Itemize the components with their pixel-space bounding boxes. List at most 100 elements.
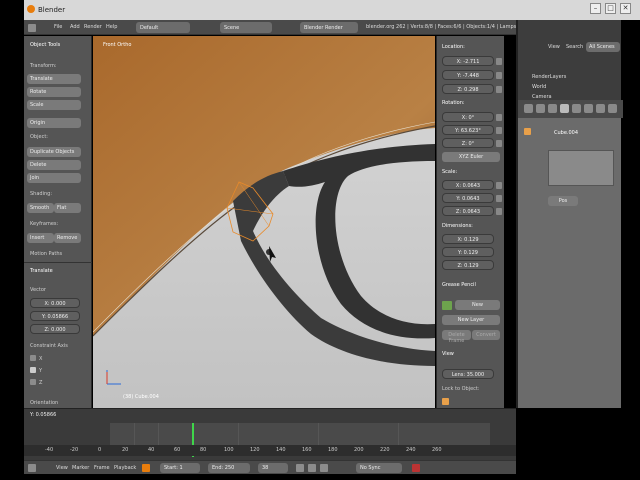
- play-reverse-icon[interactable]: [296, 464, 304, 472]
- scale-z-field[interactable]: Z: 0.0643: [442, 206, 494, 216]
- vector-z-field[interactable]: Z: 0.000: [30, 324, 80, 334]
- maximize-button[interactable]: □: [605, 3, 616, 14]
- object-pos-tab[interactable]: Pos: [548, 196, 578, 206]
- dimensions-z-field[interactable]: Z: 0.129: [442, 260, 494, 270]
- jump-end-icon[interactable]: [320, 464, 328, 472]
- menu-add[interactable]: Add: [70, 24, 80, 30]
- dimensions-y-field[interactable]: Y: 0.129: [442, 247, 494, 257]
- menu-file[interactable]: File: [54, 24, 62, 30]
- origin-button[interactable]: Origin: [27, 118, 81, 128]
- menu-view[interactable]: View: [56, 465, 68, 471]
- duplicate-objects-button[interactable]: Duplicate Objects: [27, 147, 81, 157]
- render-tab-icon[interactable]: [524, 104, 533, 113]
- tick-label: 0: [98, 447, 102, 453]
- lock-icon[interactable]: [496, 86, 502, 93]
- menu-help[interactable]: Help: [106, 24, 117, 30]
- remove-keyframe-button[interactable]: Remove: [54, 233, 81, 243]
- close-button[interactable]: ✕: [620, 3, 631, 14]
- outliner-row[interactable]: World: [532, 84, 546, 90]
- object-name[interactable]: Cube.004: [554, 130, 578, 136]
- rotate-button[interactable]: Rotate: [27, 87, 81, 97]
- convert-button[interactable]: Convert: [472, 330, 500, 340]
- vector-y-field[interactable]: Y: 0.05866: [30, 311, 80, 321]
- checkbox-axis-y[interactable]: [30, 367, 36, 373]
- panel-title-object-tools[interactable]: Object Tools: [30, 42, 60, 48]
- sync-selector[interactable]: No Sync: [356, 463, 402, 473]
- scale-button[interactable]: Scale: [27, 100, 81, 110]
- lock-icon[interactable]: [496, 140, 502, 147]
- checkbox-axis-x[interactable]: [30, 355, 36, 361]
- rotation-y-field[interactable]: Y: 63.623°: [442, 125, 494, 135]
- world-tab-icon[interactable]: [548, 104, 557, 113]
- location-y-field[interactable]: Y: -7.448: [442, 70, 494, 80]
- scale-x-field[interactable]: X: 0.0643: [442, 180, 494, 190]
- play-icon[interactable]: [308, 464, 316, 472]
- checkbox-axis-z[interactable]: [30, 379, 36, 385]
- location-z-field[interactable]: Z: 0.298: [442, 84, 494, 94]
- 3d-viewport[interactable]: Front Ortho (38) Cube.004: [93, 36, 435, 408]
- menu-marker[interactable]: Marker: [72, 465, 89, 471]
- lock-icon[interactable]: [496, 195, 502, 202]
- smooth-button[interactable]: Smooth: [27, 203, 54, 213]
- grid-line: [238, 423, 239, 445]
- rotation-z-field[interactable]: Z: 0°: [442, 138, 494, 148]
- constraints-tab-icon[interactable]: [572, 104, 581, 113]
- lock-icon[interactable]: [496, 58, 502, 65]
- location-x-field[interactable]: X: -2.711: [442, 56, 494, 66]
- lock-icon[interactable]: [496, 182, 502, 189]
- start-frame-field[interactable]: Start: 1: [160, 463, 200, 473]
- lens-field[interactable]: Lens: 35.000: [442, 369, 494, 379]
- dimensions-x-field[interactable]: X: 0.129: [442, 234, 494, 244]
- flat-button[interactable]: Flat: [54, 203, 81, 213]
- record-icon[interactable]: [412, 464, 420, 472]
- minimize-button[interactable]: –: [590, 3, 601, 14]
- object-icon: [524, 128, 531, 135]
- scale-y-field[interactable]: Y: 0.0643: [442, 193, 494, 203]
- operator-panel-title[interactable]: Translate: [30, 268, 53, 274]
- outliner-scope-selector[interactable]: All Scenes: [586, 42, 620, 52]
- delete-button[interactable]: Delete: [27, 160, 81, 170]
- motion-paths-label[interactable]: Motion Paths: [30, 251, 62, 257]
- lock-icon[interactable]: [496, 114, 502, 121]
- outliner-view-menu[interactable]: View: [548, 44, 560, 50]
- translate-button[interactable]: Translate: [27, 74, 81, 84]
- lock-icon[interactable]: [496, 127, 502, 134]
- outliner-row[interactable]: RenderLayers: [532, 74, 566, 80]
- editor-type-icon[interactable]: [28, 464, 36, 472]
- rotation-x-field[interactable]: X: 0°: [442, 112, 494, 122]
- modifiers-tab-icon[interactable]: [584, 104, 593, 113]
- rotation-mode-selector[interactable]: XYZ Euler: [442, 152, 500, 162]
- menu-render[interactable]: Render: [84, 24, 102, 30]
- menu-frame[interactable]: Frame: [94, 465, 110, 471]
- editor-type-icon[interactable]: [28, 24, 36, 32]
- outliner-search-menu[interactable]: Search: [566, 44, 583, 50]
- end-frame-field[interactable]: End: 250: [208, 463, 250, 473]
- menu-playback[interactable]: Playback: [114, 465, 136, 471]
- scene-tab-icon[interactable]: [536, 104, 545, 113]
- pencil-icon[interactable]: [442, 301, 452, 310]
- location-label: Location:: [442, 44, 465, 50]
- layout-selector[interactable]: Default: [136, 22, 190, 33]
- lock-icon[interactable]: [496, 72, 502, 79]
- outliner: View Search All Scenes RenderLayers Worl…: [516, 20, 621, 100]
- vector-x-field[interactable]: X: 0.000: [30, 298, 80, 308]
- object-tab-icon[interactable]: [560, 104, 569, 113]
- tick-label: 260: [432, 447, 442, 453]
- current-frame-field[interactable]: 38: [258, 463, 288, 473]
- join-button[interactable]: Join: [27, 173, 81, 183]
- texture-tab-icon[interactable]: [608, 104, 617, 113]
- material-tab-icon[interactable]: [596, 104, 605, 113]
- grease-pencil-new-button[interactable]: New: [455, 300, 500, 310]
- insert-keyframe-button[interactable]: Insert: [27, 233, 54, 243]
- keyframes-label: Keyframes:: [30, 221, 59, 227]
- tick-label: 40: [148, 447, 155, 453]
- render-engine-selector[interactable]: Blender Render: [300, 22, 358, 33]
- new-layer-button[interactable]: New Layer: [442, 315, 500, 325]
- delete-frame-button[interactable]: Delete Frame: [442, 330, 471, 344]
- timeline[interactable]: Y: 0.05866 -40 -20 0 20 40 60 80 100 120…: [24, 408, 516, 460]
- grease-pencil-label[interactable]: Grease Pencil: [442, 282, 476, 288]
- view-panel-label[interactable]: View: [442, 351, 454, 357]
- keying-icon[interactable]: [142, 464, 150, 472]
- scene-selector[interactable]: Scene: [220, 22, 272, 33]
- lock-icon[interactable]: [496, 208, 502, 215]
